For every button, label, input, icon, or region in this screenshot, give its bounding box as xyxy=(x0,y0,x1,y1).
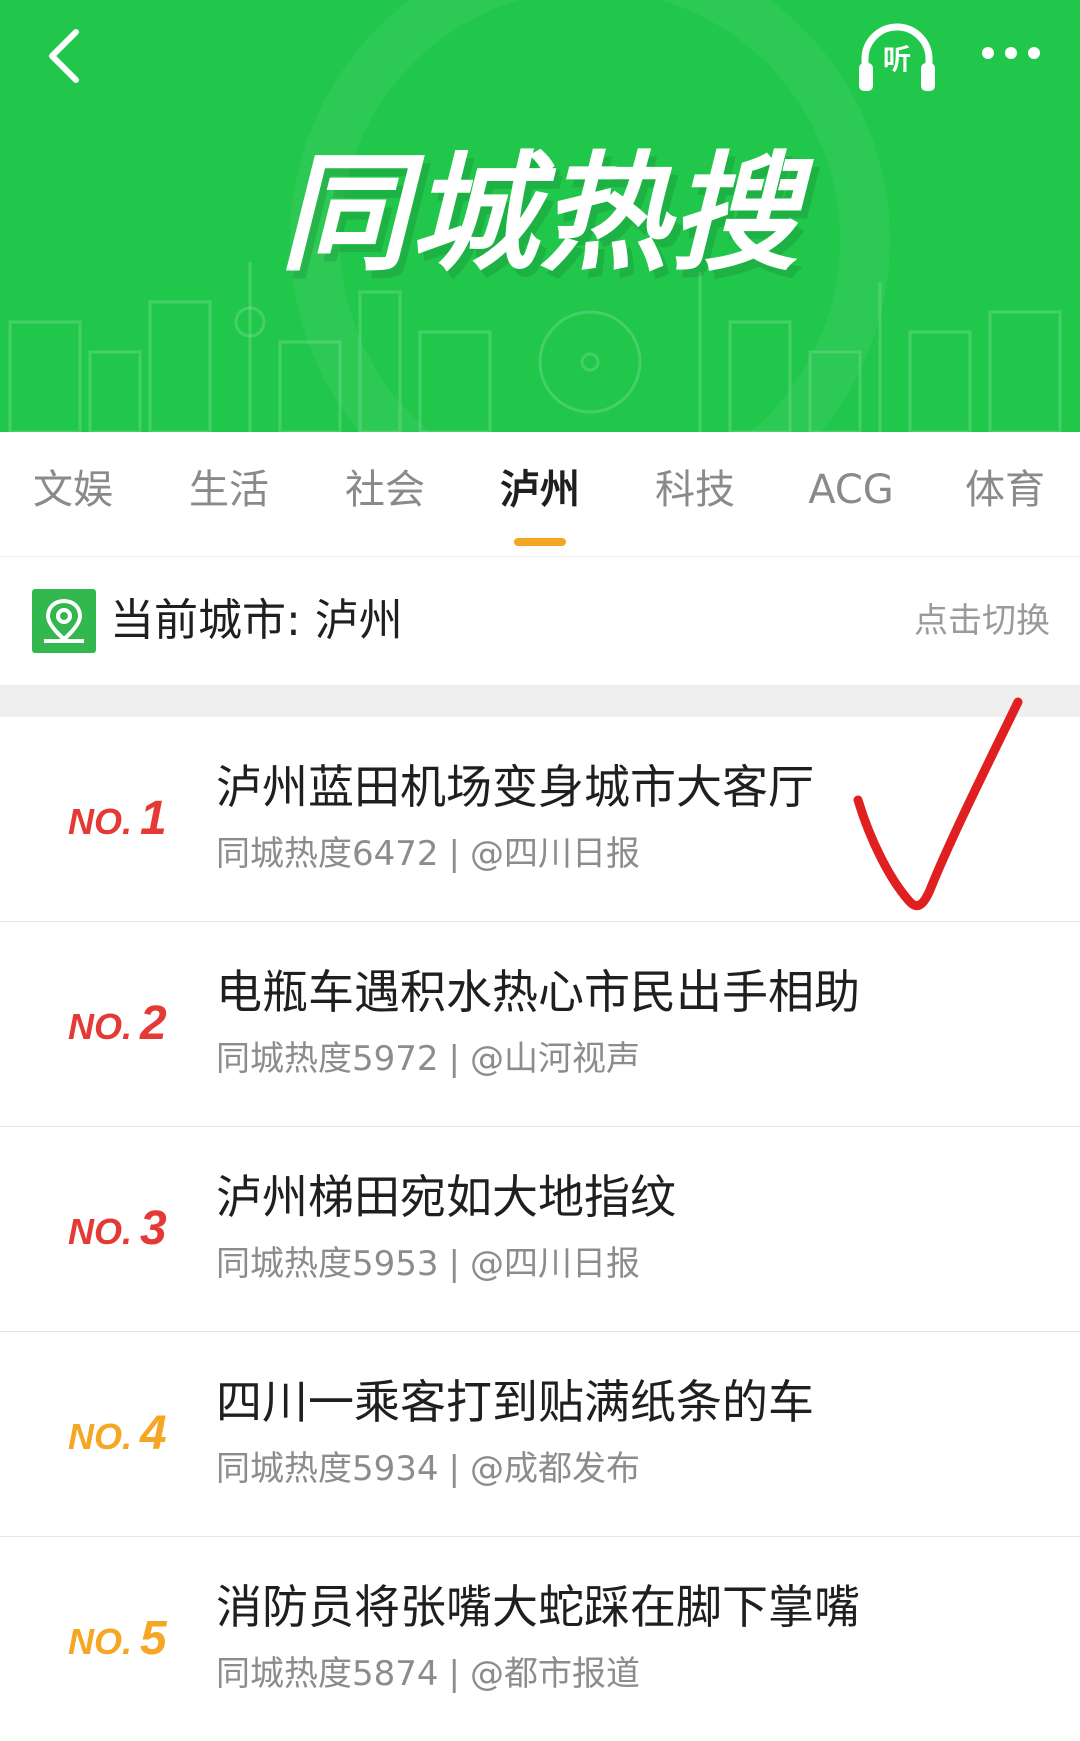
heat-value: 同城热度5874 xyxy=(216,1654,439,1694)
tab-sports[interactable]: 体育 xyxy=(940,462,1070,518)
hot-item-title[interactable]: 消防员将张嘴大蛇踩在脚下掌嘴 xyxy=(216,1575,860,1639)
heat-value: 同城热度5934 xyxy=(216,1449,439,1489)
hot-item-title[interactable]: 电瓶车遇积水热心市民出手相助 xyxy=(216,960,860,1024)
hot-item-meta: 同城热度5972 | @山河视声 xyxy=(216,1034,640,1084)
tab-society[interactable]: 社会 xyxy=(320,462,450,518)
tab-acg[interactable]: ACG xyxy=(786,462,916,518)
source-account[interactable]: @成都发布 xyxy=(470,1449,640,1489)
hot-item-title[interactable]: 泸州蓝田机场变身城市大客厅 xyxy=(216,755,814,819)
meta-separator: | xyxy=(448,1244,460,1284)
rank-prefix: NO. xyxy=(68,1621,133,1662)
rank-number: 3 xyxy=(140,1202,167,1255)
source-account[interactable]: @四川日报 xyxy=(470,1244,640,1284)
meta-separator: | xyxy=(448,1449,460,1489)
rank-prefix: NO. xyxy=(68,1211,133,1252)
hot-search-banner: 听 同城热搜 xyxy=(0,0,1080,432)
more-dots-icon xyxy=(981,45,1041,64)
category-tabs: 文娱 生活 社会 泸州 科技 ACG 体育 xyxy=(0,432,1080,557)
rank-badge: NO. 3 xyxy=(68,1199,167,1270)
current-city-row: 当前城市: 泸州 点击切换 xyxy=(0,557,1080,685)
listen-button[interactable]: 听 xyxy=(852,14,942,104)
rank-badge: NO. 1 xyxy=(68,789,167,860)
rank-number: 5 xyxy=(140,1612,167,1665)
tab-luzhou[interactable]: 泸州 xyxy=(475,462,605,518)
hot-list-item[interactable]: NO. 1 泸州蓝田机场变身城市大客厅 同城热度6472 | @四川日报 xyxy=(0,717,1080,922)
back-button[interactable] xyxy=(24,18,104,98)
tab-entertainment[interactable]: 文娱 xyxy=(8,462,138,518)
source-account[interactable]: @山河视声 xyxy=(470,1039,640,1079)
hot-item-meta: 同城热度6472 | @四川日报 xyxy=(216,829,640,879)
hot-item-meta: 同城热度5934 | @成都发布 xyxy=(216,1444,640,1494)
heat-value: 同城热度6472 xyxy=(216,834,439,874)
hot-item-meta: 同城热度5953 | @四川日报 xyxy=(216,1239,640,1289)
rank-number: 2 xyxy=(140,997,167,1050)
section-divider xyxy=(0,685,1080,717)
hot-item-meta: 同城热度5874 | @都市报道 xyxy=(216,1649,640,1699)
hot-list-item[interactable]: NO. 3 泸州梯田宛如大地指纹 同城热度5953 | @四川日报 xyxy=(0,1127,1080,1332)
hot-list-item[interactable]: NO. 5 消防员将张嘴大蛇踩在脚下掌嘴 同城热度5874 | @都市报道 xyxy=(0,1537,1080,1741)
tab-life[interactable]: 生活 xyxy=(164,462,294,518)
more-button[interactable] xyxy=(966,24,1056,84)
active-tab-indicator xyxy=(514,538,566,546)
rank-prefix: NO. xyxy=(68,801,133,842)
rank-badge: NO. 4 xyxy=(68,1404,167,1475)
hot-list-item[interactable]: NO. 2 电瓶车遇积水热心市民出手相助 同城热度5972 | @山河视声 xyxy=(0,922,1080,1127)
meta-separator: | xyxy=(448,1654,460,1694)
rank-number: 1 xyxy=(140,792,167,845)
location-pin-icon xyxy=(32,589,96,653)
rank-prefix: NO. xyxy=(68,1006,133,1047)
meta-separator: | xyxy=(448,1039,460,1079)
heat-value: 同城热度5953 xyxy=(216,1244,439,1284)
source-account[interactable]: @四川日报 xyxy=(470,834,640,874)
current-city-label: 当前城市: 泸州 xyxy=(110,595,403,646)
listen-label: 听 xyxy=(882,43,911,76)
hot-list-item[interactable]: NO. 4 四川一乘客打到贴满纸条的车 同城热度5934 | @成都发布 xyxy=(0,1332,1080,1537)
heat-value: 同城热度5972 xyxy=(216,1039,439,1079)
rank-badge: NO. 2 xyxy=(68,994,167,1065)
hot-item-title[interactable]: 四川一乘客打到贴满纸条的车 xyxy=(216,1370,814,1434)
meta-separator: | xyxy=(448,834,460,874)
tab-tech[interactable]: 科技 xyxy=(630,462,760,518)
source-account[interactable]: @都市报道 xyxy=(470,1654,640,1694)
switch-city-link[interactable]: 点击切换 xyxy=(914,597,1050,645)
rank-prefix: NO. xyxy=(68,1416,133,1457)
chevron-left-icon xyxy=(44,26,84,90)
banner-title: 同城热搜 xyxy=(279,140,800,289)
rank-number: 4 xyxy=(140,1407,167,1460)
hot-item-title[interactable]: 泸州梯田宛如大地指纹 xyxy=(216,1165,676,1229)
rank-badge: NO. 5 xyxy=(68,1609,167,1680)
